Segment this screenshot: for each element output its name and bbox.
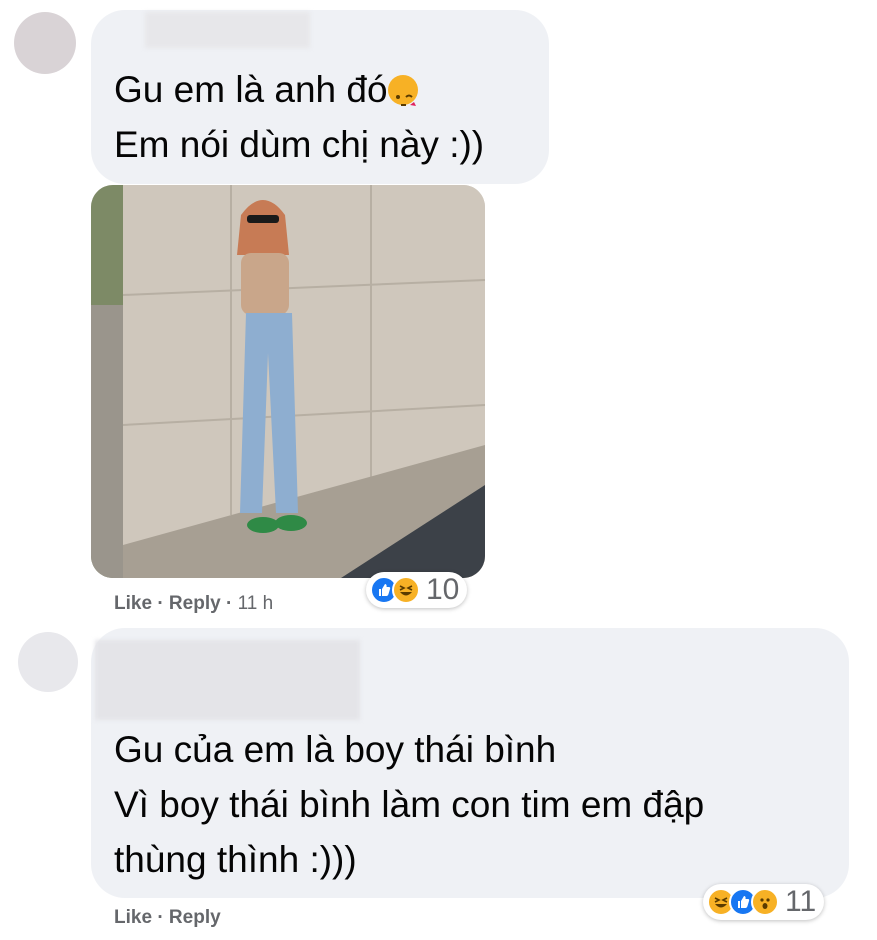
separator: · <box>157 593 164 614</box>
reaction-summary[interactable]: 10 <box>366 572 468 608</box>
comment-text-line: Gu em là anh đó <box>114 62 418 117</box>
separator: · <box>225 593 233 614</box>
commenter-name-redacted <box>145 12 310 48</box>
wow-reaction-icon <box>751 888 779 916</box>
kiss-emoji <box>387 75 418 107</box>
separator: · <box>157 907 164 928</box>
avatar[interactable] <box>18 632 78 692</box>
reply-link[interactable]: Reply <box>169 593 221 614</box>
comment-photo[interactable] <box>91 185 485 578</box>
comment-text-line: Vì boy thái bình làm con tim em đập <box>114 784 705 825</box>
timestamp[interactable]: 11 h <box>238 593 274 614</box>
comment-text-line: Gu của em là boy thái bình <box>114 729 557 770</box>
commenter-name-redacted <box>95 640 360 720</box>
reaction-count: 10 <box>426 573 460 606</box>
reaction-count: 11 <box>785 885 817 918</box>
haha-reaction-icon <box>392 576 420 604</box>
like-link[interactable]: Like <box>114 593 152 614</box>
like-link[interactable]: Like <box>114 907 152 928</box>
reply-link[interactable]: Reply <box>169 907 221 928</box>
comment-actions: Like · Reply · 11 h <box>114 593 273 615</box>
comment-text-line: Em nói dùm chị này :)) <box>114 124 485 165</box>
comment-actions: Like · Reply <box>114 907 221 929</box>
avatar[interactable] <box>14 12 76 74</box>
reaction-summary[interactable]: 11 <box>703 884 825 920</box>
comment-text-line: thùng thình :))) <box>114 839 357 880</box>
